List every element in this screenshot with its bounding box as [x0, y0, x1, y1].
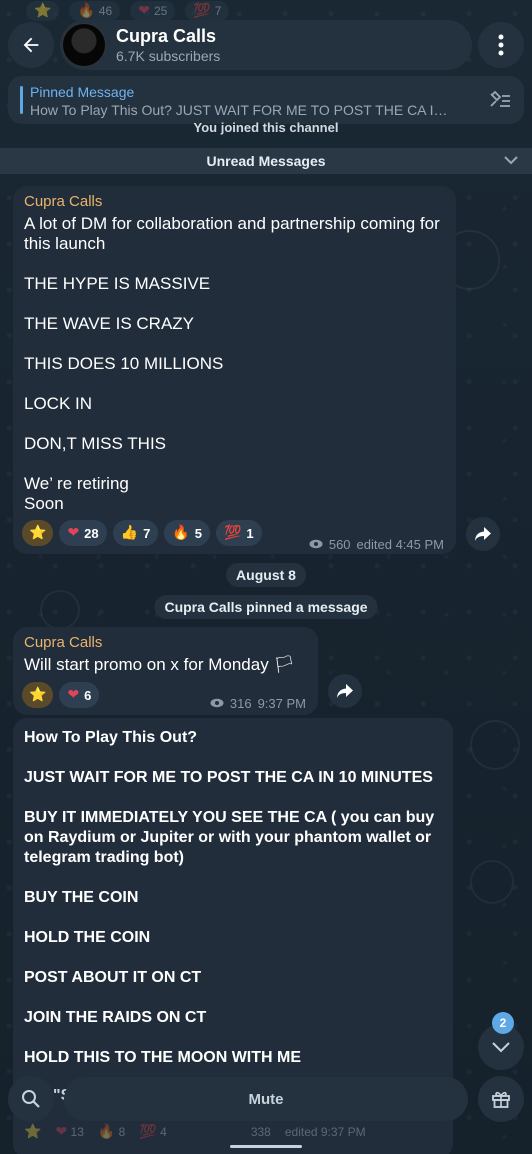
reaction-count: 5 — [194, 525, 202, 541]
message-sender[interactable]: Cupra Calls — [24, 193, 102, 210]
hundred-icon: 💯 — [139, 1124, 157, 1140]
reaction-chip[interactable]: ⭐ — [22, 682, 54, 708]
reaction-chip: 🔥 8 — [98, 1124, 125, 1140]
unread-messages-divider: Unread Messages — [0, 148, 532, 174]
chevron-down-icon — [492, 1042, 510, 1053]
reaction-count: 7 — [214, 4, 222, 18]
heart-icon: ❤ — [67, 687, 80, 703]
reactions-row: ⭐ ❤ 28 👍 7 🔥 5 💯 1 — [22, 520, 262, 546]
star-icon: ⭐ — [29, 687, 47, 703]
wallpaper-doodle — [470, 720, 520, 770]
message-time: edited 4:45 PM — [356, 537, 444, 552]
hundred-icon: 💯 — [193, 3, 211, 19]
reaction-count: 13 — [70, 1125, 84, 1139]
share-icon — [337, 684, 353, 698]
message-text: Will start promo on x for Monday 🏳 — [24, 655, 295, 674]
avatar[interactable] — [62, 23, 106, 67]
share-icon — [475, 527, 491, 541]
home-indicator[interactable] — [230, 1145, 302, 1148]
view-count: 316 — [229, 696, 252, 711]
arrow-left-icon — [23, 37, 39, 53]
message-time: 9:37 PM — [257, 696, 306, 711]
message-bubble[interactable]: Cupra Calls A lot of DM for collaboratio… — [13, 186, 456, 554]
reactions-row: ⭐ ❤ 6 — [22, 682, 100, 708]
reaction-chip[interactable]: ❤ 28 — [59, 520, 107, 546]
more-menu-button[interactable] — [478, 22, 524, 68]
message-meta: 560 edited 4:45 PM — [309, 537, 444, 552]
pinned-message-bar[interactable]: Pinned Message How To Play This Out? JUS… — [8, 76, 524, 124]
fire-icon: 🔥 — [77, 3, 95, 19]
chat-header: Cupra Calls 6.7K subscribers — [8, 20, 524, 70]
wallpaper-doodle — [40, 590, 80, 630]
fire-icon: 🔥 — [97, 1124, 116, 1140]
eye-icon — [210, 697, 224, 711]
search-button[interactable] — [8, 1076, 54, 1122]
reaction-count: 25 — [153, 4, 168, 18]
unread-label: Unread Messages — [206, 153, 326, 169]
reaction-count: 28 — [84, 525, 99, 541]
reaction-chip[interactable]: ⭐ — [22, 520, 54, 546]
forward-button[interactable] — [328, 674, 362, 708]
view-count: 560 — [328, 537, 351, 552]
message-meta: 316 9:37 PM — [210, 696, 306, 711]
back-button[interactable] — [8, 22, 54, 68]
subscriber-count: 6.7K subscribers — [116, 48, 221, 64]
chevron-down-icon[interactable] — [504, 152, 518, 168]
reaction-chip: ⭐ — [26, 1, 60, 21]
thumbs-up-icon: 👍 — [120, 525, 139, 541]
eye-icon — [309, 538, 323, 552]
channel-title: Cupra Calls — [116, 26, 217, 46]
star-icon: ⭐ — [24, 1124, 42, 1140]
previous-message-reactions: ⭐ 🔥 46 ❤ 25 💯 7 — [0, 0, 532, 22]
reaction-chip: ❤ 25 — [130, 1, 176, 21]
pinned-text: How To Play This Out? JUST WAIT FOR ME T… — [30, 102, 448, 118]
pin-list-icon[interactable] — [488, 90, 512, 110]
message-text: How To Play This Out? JUST WAIT FOR ME T… — [24, 729, 435, 1066]
hundred-icon: 💯 — [223, 525, 242, 541]
reaction-chip[interactable]: 👍 7 — [112, 520, 159, 546]
star-icon: ⭐ — [29, 525, 47, 541]
reaction-chip[interactable]: 🔥 5 — [164, 520, 210, 546]
star-icon: ⭐ — [34, 3, 52, 19]
message-sender[interactable]: Cupra Calls — [24, 634, 102, 651]
reaction-count: 4 — [160, 1125, 167, 1139]
joined-channel-notice: You joined this channel — [193, 120, 339, 135]
view-count: 338 — [250, 1125, 271, 1139]
search-icon — [22, 1090, 40, 1108]
message-time: edited 9:37 PM — [284, 1125, 366, 1139]
reaction-chip[interactable]: ❤ 6 — [59, 682, 100, 708]
message-text: A lot of DM for collaboration and partne… — [24, 214, 440, 513]
pinned-service-message[interactable]: Cupra Calls pinned a message — [154, 595, 378, 619]
heart-icon: ❤ — [138, 3, 150, 19]
reaction-count: 6 — [84, 687, 92, 703]
gift-icon — [492, 1091, 510, 1108]
channel-info[interactable]: Cupra Calls 6.7K subscribers — [60, 20, 472, 70]
pinned-indicator — [20, 86, 23, 114]
reaction-chip[interactable]: 💯 1 — [215, 520, 262, 546]
gift-button[interactable] — [478, 1076, 524, 1122]
reaction-chip: 💯 4 — [139, 1124, 166, 1140]
heart-icon: ❤ — [67, 525, 80, 541]
forward-button[interactable] — [466, 517, 500, 551]
unread-count-badge: 2 — [492, 1012, 514, 1034]
mute-label: Mute — [248, 1090, 284, 1108]
reaction-count: 1 — [246, 525, 254, 541]
reaction-chip: ❤ 13 — [55, 1124, 83, 1140]
mute-button[interactable]: Mute — [64, 1077, 468, 1121]
reaction-count: 7 — [143, 525, 151, 541]
reaction-count: 46 — [98, 4, 113, 18]
reaction-chip: 💯 7 — [185, 1, 230, 21]
reaction-count: 8 — [118, 1125, 126, 1139]
date-separator: August 8 — [226, 563, 306, 587]
wallpaper-doodle — [470, 860, 514, 904]
fire-icon: 🔥 — [172, 525, 190, 541]
more-vertical-icon — [498, 34, 504, 56]
heart-icon: ❤ — [55, 1124, 68, 1140]
reaction-chip: 🔥 46 — [69, 1, 121, 21]
pinned-title: Pinned Message — [30, 84, 135, 100]
message-bubble[interactable]: Cupra Calls Will start promo on x for Mo… — [13, 627, 318, 715]
